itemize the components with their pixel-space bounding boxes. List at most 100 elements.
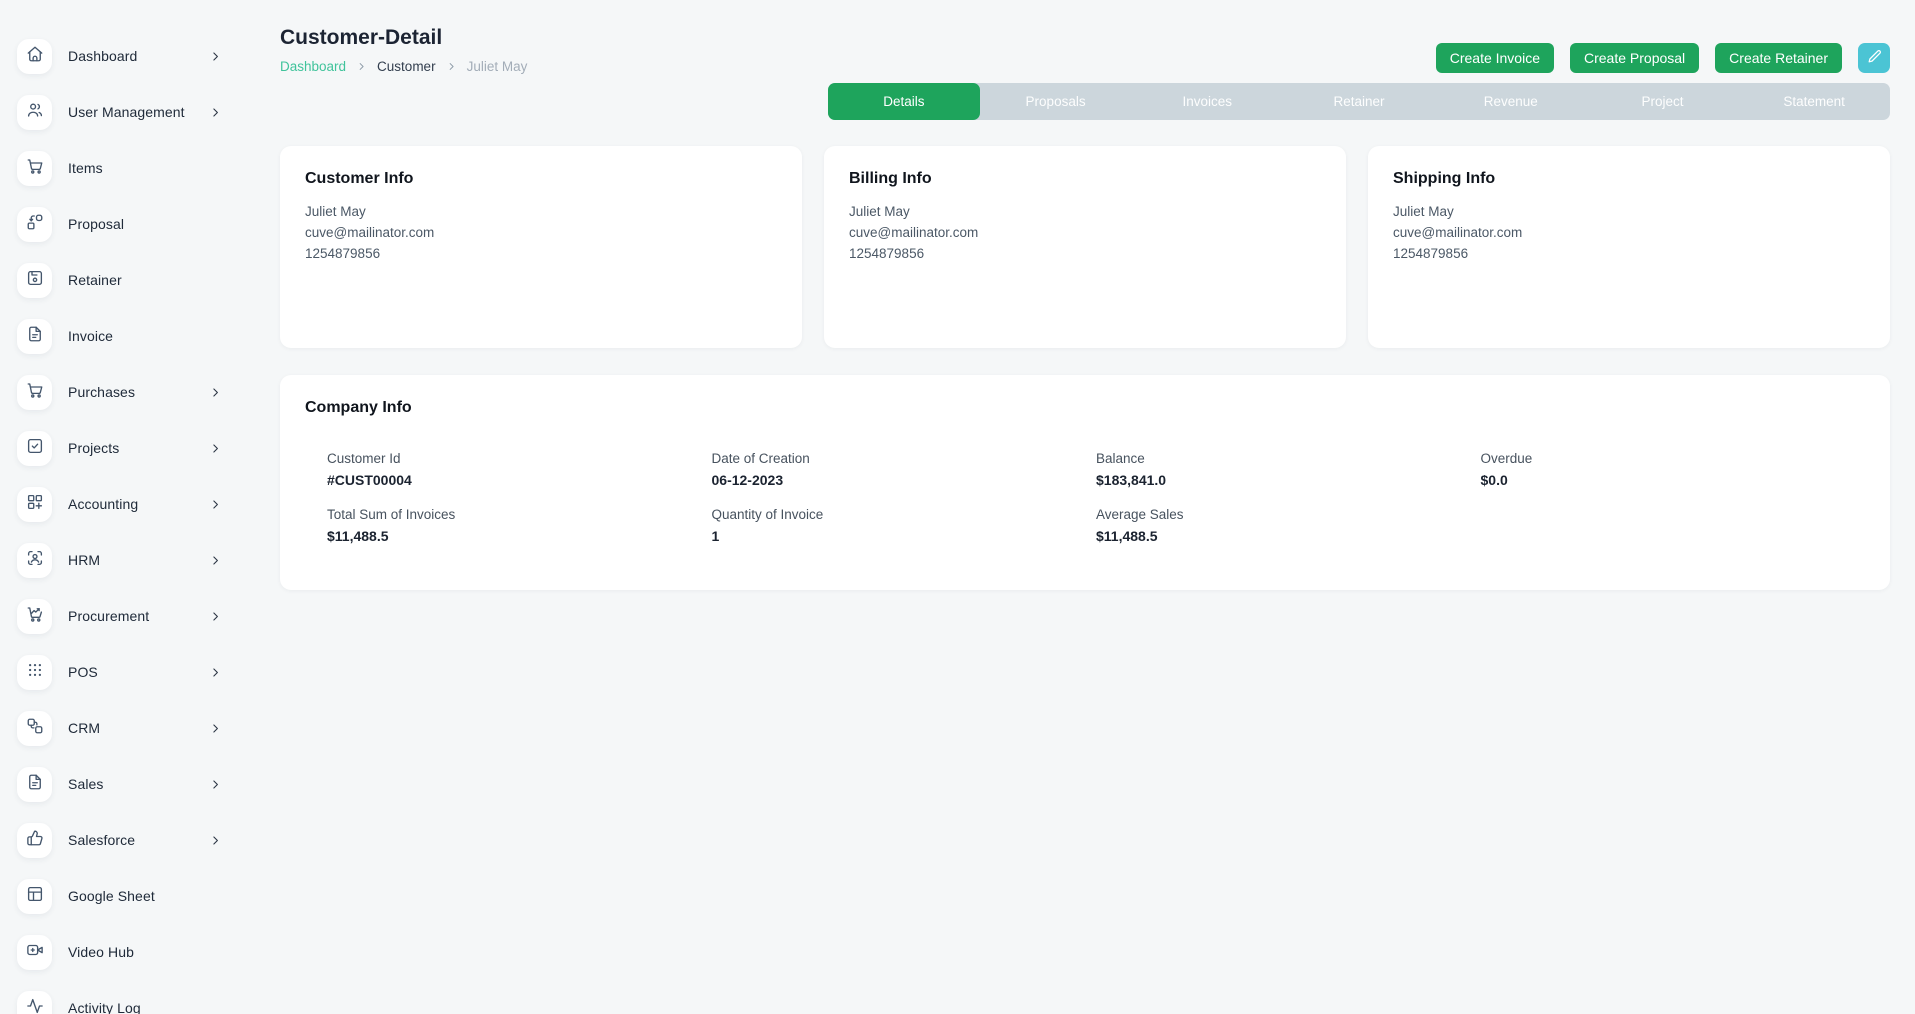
sidebar-item-label: User Management bbox=[68, 104, 185, 120]
square-check-icon bbox=[26, 437, 44, 460]
edit-customer-button[interactable] bbox=[1858, 43, 1890, 73]
card-line: Juliet May bbox=[849, 201, 1321, 222]
grid-dots-icon bbox=[26, 661, 44, 684]
tab-details[interactable]: Details bbox=[828, 83, 980, 120]
sidebar-item-accounting[interactable]: Accounting bbox=[0, 476, 250, 532]
field-label: Customer Id bbox=[327, 450, 712, 467]
header-actions: Create Invoice Create Proposal Create Reta… bbox=[1436, 43, 1890, 73]
card-lines: Juliet Maycuve@mailinator.com1254879856 bbox=[849, 201, 1321, 264]
field-label: Date of Creation bbox=[712, 450, 1097, 467]
tab-revenue[interactable]: Revenue bbox=[1435, 83, 1587, 120]
tab-retainer[interactable]: Retainer bbox=[1283, 83, 1435, 120]
sidebar-item-items[interactable]: Items bbox=[0, 140, 250, 196]
create-invoice-button[interactable]: Create Invoice bbox=[1436, 43, 1554, 73]
sidebar-item-hrm[interactable]: HRM bbox=[0, 532, 250, 588]
chevron-right-icon bbox=[209, 50, 222, 63]
table-icon bbox=[26, 885, 44, 908]
card-title: Customer Info bbox=[305, 170, 777, 188]
icon-tile bbox=[17, 991, 52, 1014]
sidebar-item-purchases[interactable]: Purchases bbox=[0, 364, 250, 420]
card-title: Shipping Info bbox=[1393, 170, 1865, 188]
icon-tile bbox=[17, 935, 52, 970]
sidebar-item-user-management[interactable]: User Management bbox=[0, 84, 250, 140]
field-value: $0.0 bbox=[1481, 472, 1866, 489]
icon-tile bbox=[17, 39, 52, 74]
info-cards-row: Customer InfoJuliet Maycuve@mailinator.c… bbox=[280, 146, 1890, 348]
tab-project[interactable]: Project bbox=[1587, 83, 1739, 120]
breadcrumb: DashboardCustomerJuliet May bbox=[280, 59, 527, 74]
breadcrumb-item-customer: Customer bbox=[377, 59, 436, 74]
tab-invoices[interactable]: Invoices bbox=[1131, 83, 1283, 120]
sidebar-item-sales[interactable]: Sales bbox=[0, 756, 250, 812]
main-content: Customer-Detail DashboardCustomerJuliet … bbox=[250, 0, 1915, 1014]
video-plus-icon bbox=[26, 941, 44, 964]
sidebar-item-video-hub[interactable]: Video Hub bbox=[0, 924, 250, 980]
sidebar-item-activity-log[interactable]: Activity Log bbox=[0, 980, 250, 1014]
chevron-right-icon bbox=[209, 442, 222, 455]
sidebar-item-projects[interactable]: Projects bbox=[0, 420, 250, 476]
sidebar-item-salesforce[interactable]: Salesforce bbox=[0, 812, 250, 868]
sidebar-item-retainer[interactable]: Retainer bbox=[0, 252, 250, 308]
field-quantity-of-invoice: Quantity of Invoice1 bbox=[712, 506, 1097, 545]
card-line: Juliet May bbox=[1393, 201, 1865, 222]
company-fields-grid: Customer Id#CUST00004Date of Creation06-… bbox=[327, 450, 1865, 545]
breadcrumb-item-dashboard[interactable]: Dashboard bbox=[280, 59, 346, 74]
sidebar-item-proposal[interactable]: Proposal bbox=[0, 196, 250, 252]
customer-info-card: Customer Info Juliet Maycuve@mailinator.c… bbox=[280, 146, 802, 348]
create-proposal-button[interactable]: Create Proposal bbox=[1570, 43, 1699, 73]
field-label: Balance bbox=[1096, 450, 1481, 467]
icon-tile bbox=[17, 487, 52, 522]
chevron-right-icon bbox=[209, 554, 222, 567]
card-line: 1254879856 bbox=[305, 243, 777, 264]
chevron-right-icon bbox=[209, 610, 222, 623]
sidebar-item-label: Salesforce bbox=[68, 832, 135, 848]
card-lines: Juliet Maycuve@mailinator.com1254879856 bbox=[1393, 201, 1865, 264]
grid-plus-icon bbox=[26, 493, 44, 516]
chevron-right-icon bbox=[209, 834, 222, 847]
tab-proposals[interactable]: Proposals bbox=[980, 83, 1132, 120]
tab-statement[interactable]: Statement bbox=[1738, 83, 1890, 120]
shipping-info-card: Shipping Info Juliet Maycuve@mailinator.c… bbox=[1368, 146, 1890, 348]
card-line: cuve@mailinator.com bbox=[305, 222, 777, 243]
card-line: 1254879856 bbox=[849, 243, 1321, 264]
sidebar-item-crm[interactable]: CRM bbox=[0, 700, 250, 756]
icon-tile bbox=[17, 95, 52, 130]
company-info-card: Company Info Customer Id#CUST00004Date o… bbox=[280, 375, 1890, 590]
user-scan-icon bbox=[26, 549, 44, 572]
icon-tile bbox=[17, 151, 52, 186]
sidebar-item-google-sheet[interactable]: Google Sheet bbox=[0, 868, 250, 924]
icon-tile bbox=[17, 543, 52, 578]
sidebar-item-label: Proposal bbox=[68, 216, 124, 232]
sidebar-item-label: Projects bbox=[68, 440, 119, 456]
icon-tile bbox=[17, 263, 52, 298]
field-label: Total Sum of Invoices bbox=[327, 506, 712, 523]
sidebar-item-dashboard[interactable]: Dashboard bbox=[0, 28, 250, 84]
field-balance: Balance$183,841.0 bbox=[1096, 450, 1481, 489]
sidebar-item-invoice[interactable]: Invoice bbox=[0, 308, 250, 364]
card-line: 1254879856 bbox=[1393, 243, 1865, 264]
billing-info-card: Billing Info Juliet Maycuve@mailinator.co… bbox=[824, 146, 1346, 348]
app-root: Dashboard User Management Items Proposal Ret… bbox=[0, 0, 1915, 1014]
sidebar-item-label: Invoice bbox=[68, 328, 113, 344]
field-total-sum-of-invoices: Total Sum of Invoices$11,488.5 bbox=[327, 506, 712, 545]
page-header: Customer-Detail DashboardCustomerJuliet … bbox=[280, 26, 1890, 74]
sidebar-nav: Dashboard User Management Items Proposal Ret… bbox=[0, 28, 250, 1014]
sidebar-item-pos[interactable]: POS bbox=[0, 644, 250, 700]
card-line: cuve@mailinator.com bbox=[1393, 222, 1865, 243]
cart-icon bbox=[26, 157, 44, 180]
create-retainer-button[interactable]: Create Retainer bbox=[1715, 43, 1842, 73]
sidebar-item-label: Sales bbox=[68, 776, 104, 792]
card-title: Billing Info bbox=[849, 170, 1321, 188]
pencil-icon bbox=[1867, 49, 1882, 67]
thumbs-up-icon bbox=[26, 829, 44, 852]
chevron-right-icon bbox=[209, 778, 222, 791]
chevron-right-icon bbox=[209, 498, 222, 511]
icon-tile bbox=[17, 711, 52, 746]
field-date-of-creation: Date of Creation06-12-2023 bbox=[712, 450, 1097, 489]
sidebar-item-procurement[interactable]: Procurement bbox=[0, 588, 250, 644]
icon-tile bbox=[17, 655, 52, 690]
chevron-right-icon bbox=[356, 61, 367, 72]
users-icon bbox=[26, 101, 44, 124]
activity-icon bbox=[26, 997, 44, 1014]
card-lines: Juliet Maycuve@mailinator.com1254879856 bbox=[305, 201, 777, 264]
